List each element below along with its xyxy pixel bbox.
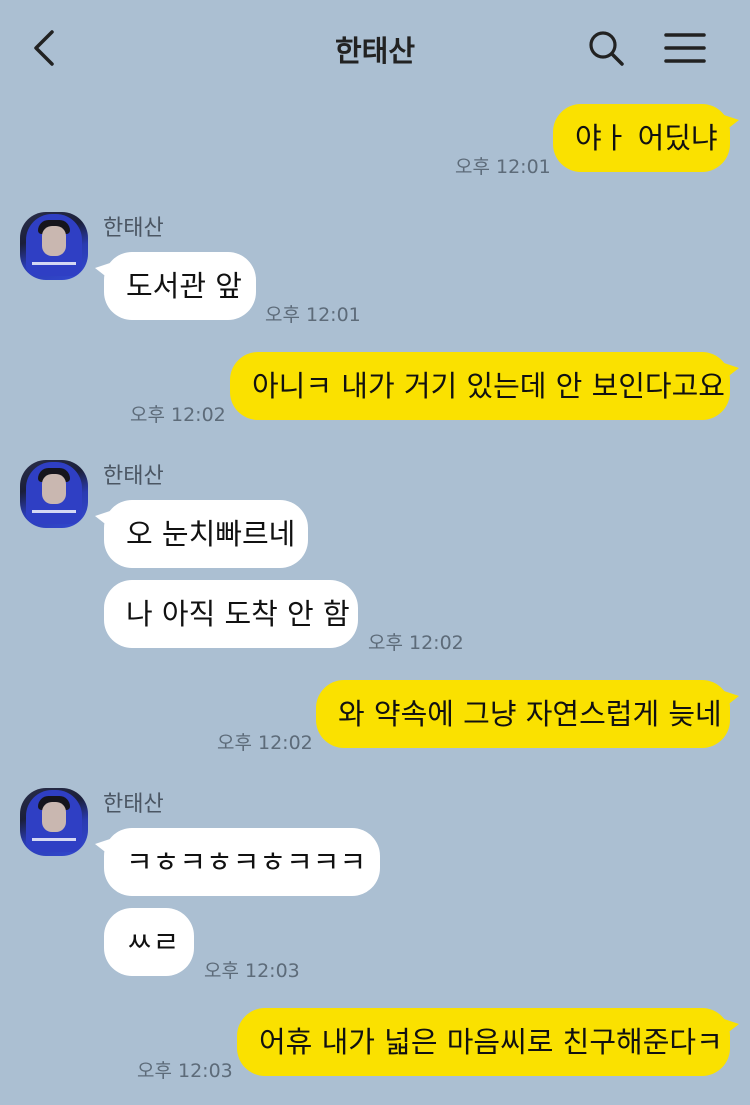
friend-avatar[interactable] [20,212,88,280]
my-message-bubble[interactable]: 야ㅏ 어딨냐 [553,104,739,172]
sender-name: 한태산 [103,464,164,489]
my-message-bubble[interactable]: 아니ㅋ 내가 거기 있는데 안 보인다고요 [230,352,739,420]
message-timestamp: 오후 12:03 [204,960,300,982]
friend-message-bubble[interactable]: 나 아직 도착 안 함 [104,580,358,648]
sender-name: 한태산 [103,792,164,817]
message-timestamp: 오후 12:01 [265,304,361,326]
my-message-bubble[interactable]: 어휴 내가 넓은 마음씨로 친구해준다ㅋ [237,1008,739,1076]
message-timestamp: 오후 12:01 [455,156,551,178]
hamburger-menu-icon[interactable] [664,31,706,65]
friend-message-bubble[interactable]: ㅋㅎㅋㅎㅋㅎㅋㅋㅋ [95,828,380,896]
chat-title: 한태산 [334,34,416,68]
message-timestamp: 오후 12:02 [130,404,226,426]
sender-name: 한태산 [103,216,164,241]
message-timestamp: 오후 12:03 [137,1060,233,1082]
friend-avatar[interactable] [20,788,88,856]
friend-message-bubble[interactable]: ㅆㄹ [104,908,194,976]
friend-message-bubble[interactable]: 오 눈치빠르네 [95,500,308,568]
message-timestamp: 오후 12:02 [217,732,313,754]
friend-avatar[interactable] [20,460,88,528]
message-timestamp: 오후 12:02 [368,632,464,654]
chat-header: 한태산 [0,0,750,95]
friend-message-bubble[interactable]: 도서관 앞 [95,252,256,320]
my-message-bubble[interactable]: 와 약속에 그냥 자연스럽게 늦네 [316,680,739,748]
search-icon[interactable] [586,28,626,68]
